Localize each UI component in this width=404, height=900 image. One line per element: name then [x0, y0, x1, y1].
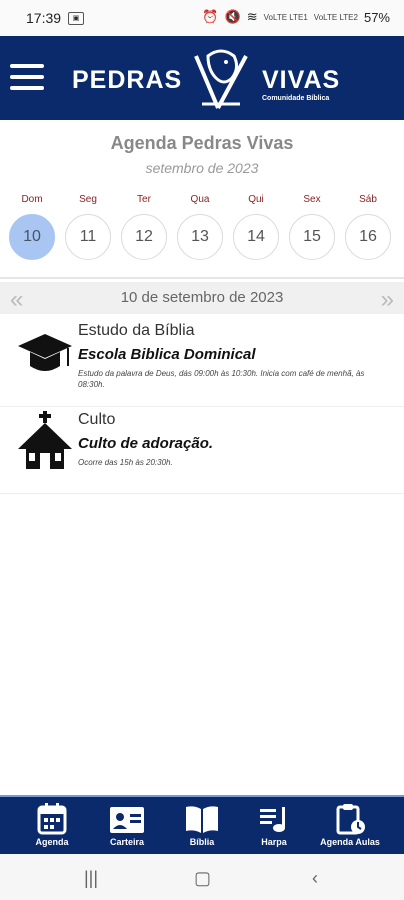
agenda-month: setembro de 2023: [145, 160, 259, 176]
day-monday[interactable]: Seg 11: [65, 190, 111, 260]
back-icon[interactable]: ‹: [312, 868, 318, 889]
app-header: PEDRAS VIVAS Comunidade Bíblica: [0, 36, 404, 120]
day-thursday[interactable]: Qui 14: [233, 190, 279, 260]
tab-biblia[interactable]: Bíblia: [164, 803, 240, 847]
wifi-icon: ≋: [246, 9, 258, 24]
day-sunday[interactable]: Dom 10: [9, 190, 55, 260]
status-time: 17:39: [26, 10, 62, 26]
selected-date: 10 de setembro de 2023: [120, 289, 284, 306]
day-number: 16: [345, 214, 391, 260]
day-number: 13: [177, 214, 223, 260]
day-name: Qui: [248, 194, 264, 205]
day-name: Sex: [303, 194, 321, 205]
status-bar: 17:39 ▣ ⏰ 🔇 ≋ VoLTE LTE1 VoLTE LTE2 57%: [0, 0, 404, 36]
lion-logo-icon: [194, 49, 248, 109]
day-number: 12: [121, 214, 167, 260]
day-friday[interactable]: Sex 15: [289, 190, 335, 260]
tab-label: Bíblia: [189, 837, 215, 847]
status-icons: ⏰ 🔇 ≋ VoLTE LTE1 VoLTE LTE2 57%: [202, 9, 390, 25]
divider: [0, 277, 404, 279]
event-description: Ocorre das 15h às 20:30h.: [78, 458, 173, 467]
day-name: Dom: [21, 194, 43, 205]
tab-label: Carteira: [109, 837, 145, 847]
date-navigation: « 10 de setembro de 2023 »: [0, 282, 404, 314]
bible-icon: [186, 806, 218, 833]
system-navigation-bar: ||| ▢ ‹: [0, 854, 404, 900]
id-card-icon: [110, 807, 144, 833]
day-name: Ter: [137, 194, 151, 205]
battery-level: 57%: [363, 9, 390, 25]
day-name: Sáb: [359, 194, 377, 205]
music-note-icon: [260, 807, 285, 832]
tab-carteira[interactable]: Carteira: [89, 803, 165, 847]
event-item[interactable]: Estudo da Bíblia Escola Biblica Dominica…: [0, 316, 404, 407]
bottom-tab-bar: Agenda Carteira Bíblia Harpa Agenda Aula…: [0, 795, 404, 855]
day-name: Qua: [190, 194, 210, 205]
clipboard-clock-icon: [336, 804, 365, 835]
event-category: Culto: [78, 411, 116, 428]
event-category: Estudo da Bíblia: [78, 322, 195, 339]
week-strip: Dom 10 Seg 11 Ter 12 Qua 13 Qui 14 Sex 1…: [0, 190, 404, 280]
tab-label: Agenda: [35, 837, 69, 847]
signal-2-label: VoLTE LTE2: [313, 12, 358, 22]
brand-subtitle: Comunidade Bíblica: [262, 95, 330, 102]
day-tuesday[interactable]: Ter 12: [121, 190, 167, 260]
recent-apps-icon[interactable]: |||: [84, 868, 98, 889]
event-description: Estudo da palavra de Deus, dás 09:00h às…: [78, 369, 365, 389]
tab-harpa[interactable]: Harpa: [236, 803, 312, 847]
church-icon: [18, 411, 72, 469]
signal-1-label: VoLTE LTE1: [263, 12, 308, 22]
day-saturday[interactable]: Sáb 16: [345, 190, 391, 260]
tab-label: Harpa: [261, 837, 287, 847]
graduation-cap-icon: [18, 334, 72, 371]
home-icon[interactable]: ▢: [194, 868, 211, 889]
brand-right: VIVAS: [262, 66, 341, 94]
mute-icon: 🔇: [224, 9, 241, 24]
day-number: 14: [233, 214, 279, 260]
event-title: Culto de adoração.: [78, 435, 214, 452]
day-number: 10: [9, 214, 55, 260]
tab-agenda-aulas[interactable]: Agenda Aulas: [312, 803, 388, 847]
calendar-icon: [37, 803, 67, 835]
tab-agenda[interactable]: Agenda: [14, 803, 90, 847]
event-title: Escola Biblica Dominical: [78, 346, 256, 363]
menu-icon[interactable]: [10, 64, 44, 92]
next-day-icon[interactable]: »: [381, 286, 394, 314]
brand-left: PEDRAS: [72, 66, 183, 94]
alarm-icon: ⏰: [202, 9, 219, 24]
day-number: 15: [289, 214, 335, 260]
tab-label: Agenda Aulas: [320, 837, 380, 847]
day-number: 11: [65, 214, 111, 260]
agenda-title: Agenda Pedras Vivas: [110, 133, 294, 153]
notification-icon: ▣: [68, 12, 84, 25]
event-item[interactable]: Culto Culto de adoração. Ocorre das 15h …: [0, 407, 404, 494]
day-wednesday[interactable]: Qua 13: [177, 190, 223, 260]
day-name: Seg: [79, 194, 97, 205]
